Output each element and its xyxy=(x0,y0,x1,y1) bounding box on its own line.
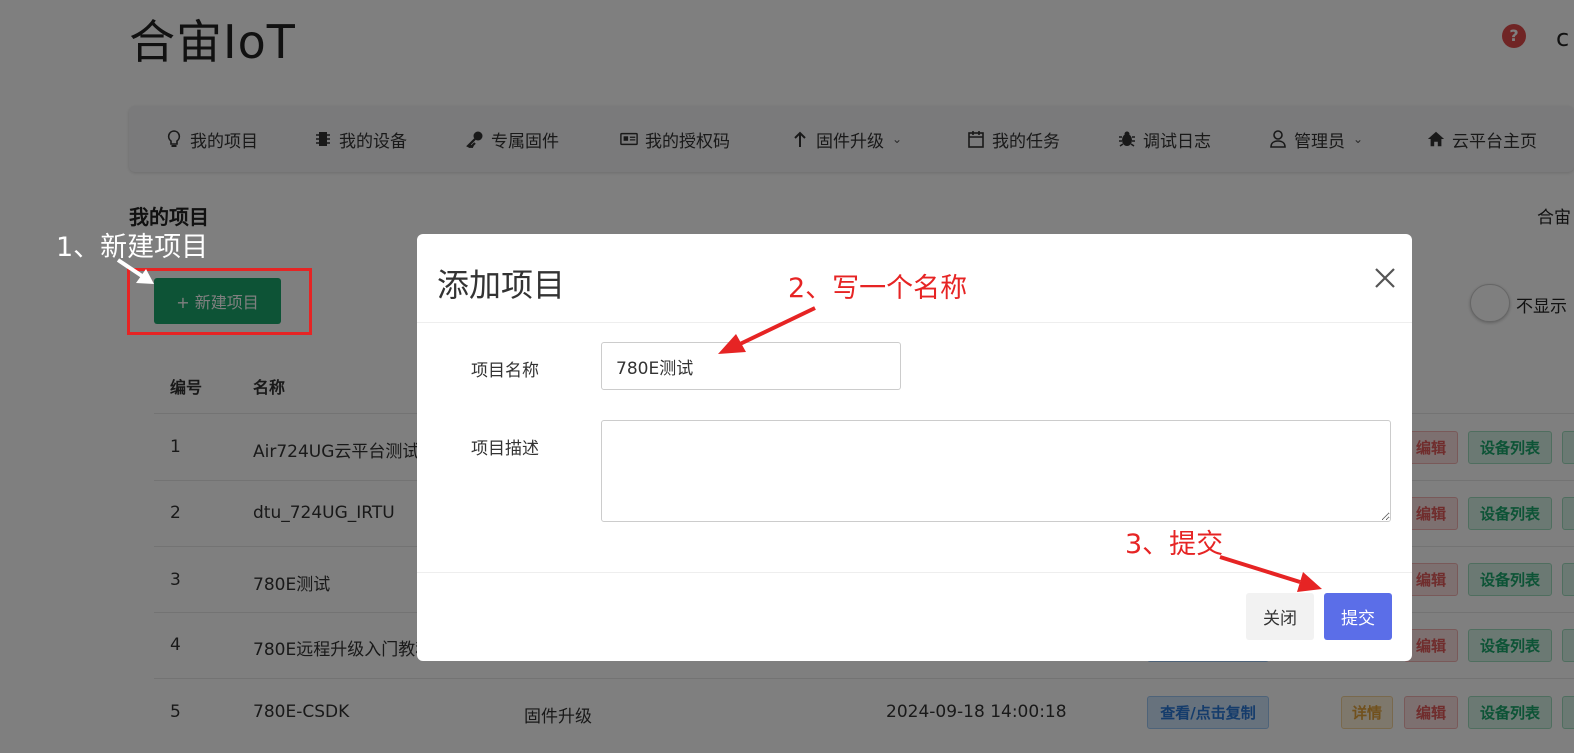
project-name-input[interactable] xyxy=(601,342,901,390)
annotation-step-1: 1、新建项目 xyxy=(56,232,209,263)
modal-title: 添加项目 xyxy=(437,266,566,304)
project-name-label: 项目名称 xyxy=(471,361,539,381)
new-project-highlight-box xyxy=(127,268,312,335)
close-x-icon[interactable] xyxy=(1370,260,1400,296)
modal-header-divider xyxy=(417,322,1412,323)
annotation-step-2: 2、写一个名称 xyxy=(788,273,968,304)
close-button[interactable]: 关闭 xyxy=(1246,593,1314,640)
submit-button[interactable]: 提交 xyxy=(1324,593,1392,640)
modal-footer-divider xyxy=(417,572,1412,573)
annotation-step-3: 3、提交 xyxy=(1125,529,1224,560)
project-desc-label: 项目描述 xyxy=(471,439,539,459)
project-desc-input[interactable] xyxy=(601,420,1391,522)
